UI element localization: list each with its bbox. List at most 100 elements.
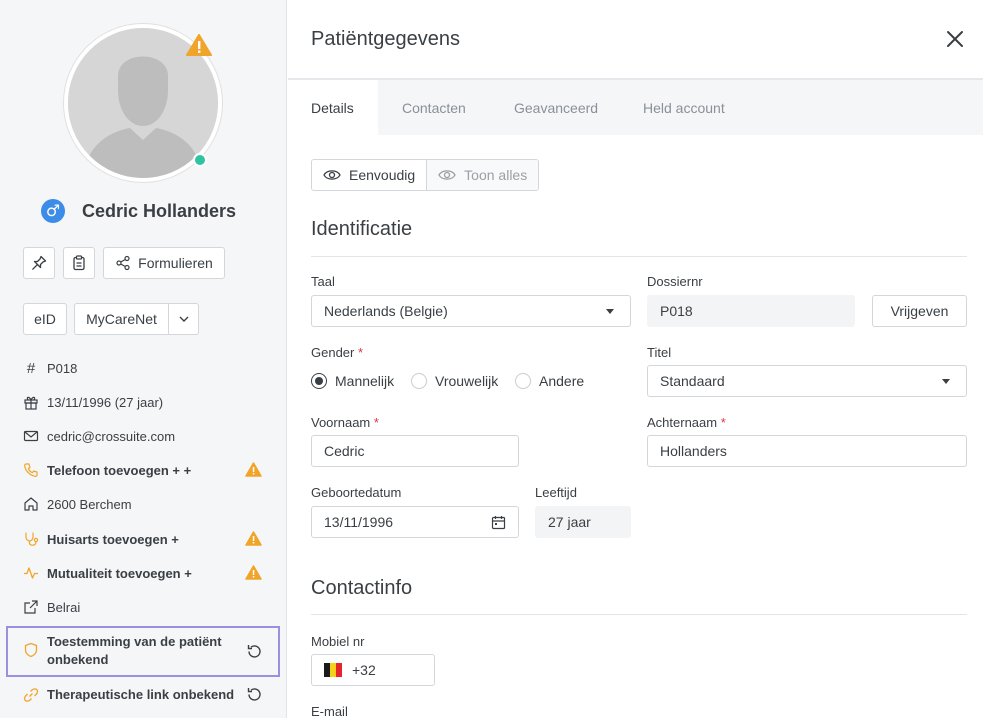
mail-icon <box>22 427 40 445</box>
gift-icon <box>22 393 40 411</box>
radio-selected-icon <box>311 373 327 389</box>
tab-details[interactable]: Details <box>288 80 378 135</box>
external-link-icon <box>22 598 40 616</box>
firstname-label-text: Voornaam <box>311 415 371 430</box>
firstname-value: Cedric <box>324 443 365 459</box>
refresh-therapeutic-link-icon[interactable] <box>246 686 263 703</box>
show-all-button[interactable]: Toon alles <box>427 160 539 190</box>
clipboard-icon <box>73 255 85 271</box>
hash-icon: # <box>26 359 36 377</box>
phone-icon <box>22 461 40 479</box>
age-value: 27 jaar <box>548 514 591 530</box>
close-icon[interactable] <box>945 29 965 49</box>
email-label: E-mail <box>311 704 348 718</box>
language-select[interactable]: Nederlands (Belgie) <box>311 295 631 327</box>
add-mutuality-text: Mutualiteit toevoegen + <box>47 565 192 581</box>
share-icon <box>116 255 130 271</box>
age-field: 27 jaar <box>535 506 631 538</box>
release-button[interactable]: Vrijgeven <box>872 295 967 327</box>
dossier-field: P018 <box>647 295 855 327</box>
therapeutic-link-text[interactable]: Therapeutische link onbekend <box>47 687 234 702</box>
eye-icon <box>438 170 456 180</box>
email-item[interactable]: cedric@crossuite.com <box>22 424 268 448</box>
add-mutuality-item[interactable]: Mutualiteit toevoegen + <box>22 561 268 585</box>
belrai-text: Belrai <box>47 599 81 615</box>
radio-unselected-icon <box>411 373 427 389</box>
shield-icon <box>24 642 38 658</box>
gender-option-label: Vrouwelijk <box>435 373 499 389</box>
required-mark: * <box>720 415 726 430</box>
birthdate-input[interactable]: 13/11/1996 <box>311 506 519 538</box>
view-toggle: Eenvoudig Toon alles <box>311 159 540 191</box>
language-value: Nederlands (Belgie) <box>324 303 448 319</box>
required-mark: * <box>358 345 364 360</box>
eid-button-label: eID <box>34 311 56 327</box>
birthdate-value: 13/11/1996 <box>324 514 394 530</box>
tab-held-account[interactable]: Held account <box>643 80 725 135</box>
add-phone-text: Telefoon toevoegen + + <box>47 462 192 478</box>
home-icon <box>22 495 40 513</box>
dossier-number-item: # P018 <box>22 356 268 380</box>
belrai-link[interactable]: Belrai <box>22 595 268 619</box>
birthdate-label: Geboortedatum <box>311 485 402 500</box>
pin-button[interactable] <box>23 247 55 279</box>
gender-radio-male[interactable]: Mannelijk <box>311 373 394 389</box>
mobile-country-select[interactable]: +32 <box>311 654 435 686</box>
title-label: Titel <box>647 345 672 360</box>
link-icon <box>23 688 39 702</box>
title-select[interactable]: Standaard <box>647 365 967 397</box>
mycarenet-dropdown-button[interactable] <box>168 303 199 335</box>
male-gender-icon: ♂ <box>41 199 65 223</box>
add-gp-text: Huisarts toevoegen + <box>47 531 179 547</box>
add-phone-item[interactable]: Telefoon toevoegen + + <box>22 458 268 482</box>
age-label: Leeftijd <box>535 485 577 500</box>
section-divider <box>311 614 967 615</box>
patient-name: Cedric Hollanders <box>82 200 237 221</box>
forms-button[interactable]: Formulieren <box>103 247 225 279</box>
calendar-icon[interactable] <box>491 515 506 530</box>
mycarenet-button[interactable]: MyCareNet <box>74 303 169 335</box>
language-label: Taal <box>311 274 335 289</box>
caret-down-icon <box>942 379 950 384</box>
birthdate-item: 13/11/1996 (27 jaar) <box>22 390 268 414</box>
add-gp-item[interactable]: Huisarts toevoegen + <box>22 527 268 551</box>
lastname-input[interactable]: Hollanders <box>647 435 967 467</box>
tab-advanced[interactable]: Geavanceerd <box>514 80 598 135</box>
warning-icon[interactable] <box>186 34 212 56</box>
gender-radio-female[interactable]: Vrouwelijk <box>411 373 498 389</box>
chevron-down-icon <box>179 316 188 322</box>
belgium-flag-icon <box>324 663 342 677</box>
patient-name-row: ♂ Cedric Hollanders <box>41 199 236 223</box>
tab-contacts[interactable]: Contacten <box>402 80 466 135</box>
forms-button-label: Formulieren <box>138 255 213 271</box>
show-all-label: Toon alles <box>464 167 528 183</box>
clipboard-button[interactable] <box>63 247 95 279</box>
panel-title: Patiëntgegevens <box>311 28 461 50</box>
online-status-dot <box>193 153 207 167</box>
address-item: 2600 Berchem <box>22 492 268 516</box>
dossier-label: Dossiernr <box>647 274 703 289</box>
dossier-value: P018 <box>660 303 693 319</box>
gender-label-text: Gender <box>311 345 355 360</box>
contactinfo-heading: Contactinfo <box>311 577 413 599</box>
simple-view-label: Eenvoudig <box>349 167 416 183</box>
firstname-input[interactable]: Cedric <box>311 435 519 467</box>
radio-unselected-icon <box>515 373 531 389</box>
lastname-label-text: Achternaam <box>647 415 718 430</box>
activity-pulse-icon <box>22 564 40 582</box>
tabs-bar: Details Contacten Geavanceerd Held accou… <box>288 80 983 135</box>
simple-view-button[interactable]: Eenvoudig <box>312 160 428 190</box>
section-divider <box>311 256 967 257</box>
firstname-label: Voornaam * <box>311 415 379 430</box>
patient-details-panel: Patiëntgegevens Details Contacten Geavan… <box>288 0 983 718</box>
refresh-consent-icon[interactable] <box>246 643 263 660</box>
gender-radio-other[interactable]: Andere <box>515 373 584 389</box>
mobile-label: Mobiel nr <box>311 634 365 649</box>
warning-icon <box>245 531 262 546</box>
mycarenet-button-label: MyCareNet <box>86 311 157 327</box>
eid-button[interactable]: eID <box>23 303 67 335</box>
patient-sidebar: ♂ Cedric Hollanders Formulieren eID MyCa… <box>0 0 287 718</box>
mobile-prefix: +32 <box>352 662 376 678</box>
consent-status-text: Toestemming van de patiënt onbekend <box>47 634 222 667</box>
identification-heading: Identificatie <box>311 218 413 240</box>
